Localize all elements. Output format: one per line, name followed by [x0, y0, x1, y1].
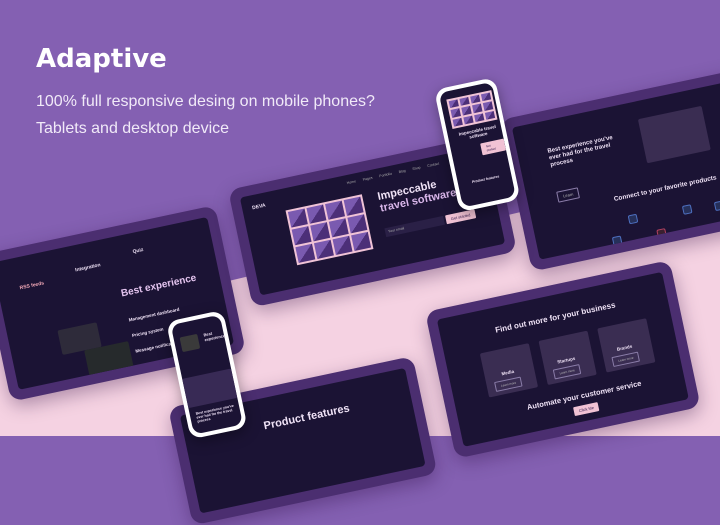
learn-button[interactable]: Learn [556, 187, 581, 203]
feature-rss: RSS feeds [19, 280, 45, 292]
item-pricing: Pricing system [131, 326, 164, 339]
click-me-button[interactable]: Click Me [573, 402, 600, 417]
card-media: Media Learn more [479, 343, 539, 398]
nav-shop[interactable]: Shop [412, 166, 421, 172]
left-heading: Best experience [120, 272, 198, 300]
hero: Adaptive 100% full responsive desing on … [36, 44, 375, 142]
card-brands-title: Brands [616, 343, 633, 352]
feature-integration: Integration [74, 262, 102, 274]
phone-bottom-subheading: Best experience you've ever had for the … [195, 403, 235, 424]
vimeo-icon[interactable] [611, 235, 623, 247]
phone-avatar-card [179, 333, 201, 353]
connect-heading: Connect to your favorite products [613, 174, 718, 203]
nav-contact[interactable]: Contact [427, 162, 440, 168]
pinterest-icon[interactable] [656, 228, 667, 239]
card-startups: Startups Learn more [538, 330, 597, 386]
phone-section: Product features [471, 174, 500, 185]
card-startups-title: Startups [556, 355, 576, 365]
feature-quiz: Quiz [132, 246, 144, 256]
item-dashboard: Management dashboard [128, 306, 180, 323]
nav-pages[interactable]: Pages [362, 176, 373, 182]
nav-home[interactable]: Home [346, 179, 356, 185]
phone-testimonial [182, 368, 238, 409]
laptop-headline: Impeccable travel software [376, 175, 457, 215]
facebook-icon[interactable] [681, 204, 693, 215]
phone-pattern [446, 90, 498, 130]
hero-pattern [285, 194, 374, 266]
right-heading: Best experience you've ever had for the … [547, 135, 614, 169]
nav-blog[interactable]: Blog [398, 169, 406, 174]
phone-bottom-heading: Best experience [202, 330, 226, 343]
email-input[interactable]: Your email [384, 215, 445, 238]
hero-line-1: 100% full responsive desing on mobile ph… [36, 93, 375, 110]
brands-learn-button[interactable]: Learn more [611, 351, 641, 367]
phone-get-started[interactable]: Get started [480, 138, 507, 156]
testimonial-card [637, 105, 711, 164]
hero-title: Adaptive [36, 44, 167, 74]
logo: DEVA [251, 202, 267, 212]
product-features-heading: Product features [262, 402, 351, 433]
get-started-button[interactable]: Get started [445, 209, 477, 225]
hero-line-2: Tablets and desktop device [36, 120, 230, 137]
right-tablet-screen: Best experience you've ever had for the … [511, 77, 720, 260]
media-learn-button[interactable]: Learn more [494, 376, 523, 392]
card-brands: Brands Learn more [597, 318, 656, 373]
instagram-icon[interactable] [627, 213, 639, 225]
nav-portfolio[interactable]: Portfolio [379, 172, 392, 179]
startups-learn-button[interactable]: Learn more [552, 364, 582, 380]
twitter-icon[interactable] [713, 200, 720, 212]
card-media-title: Media [501, 368, 515, 377]
